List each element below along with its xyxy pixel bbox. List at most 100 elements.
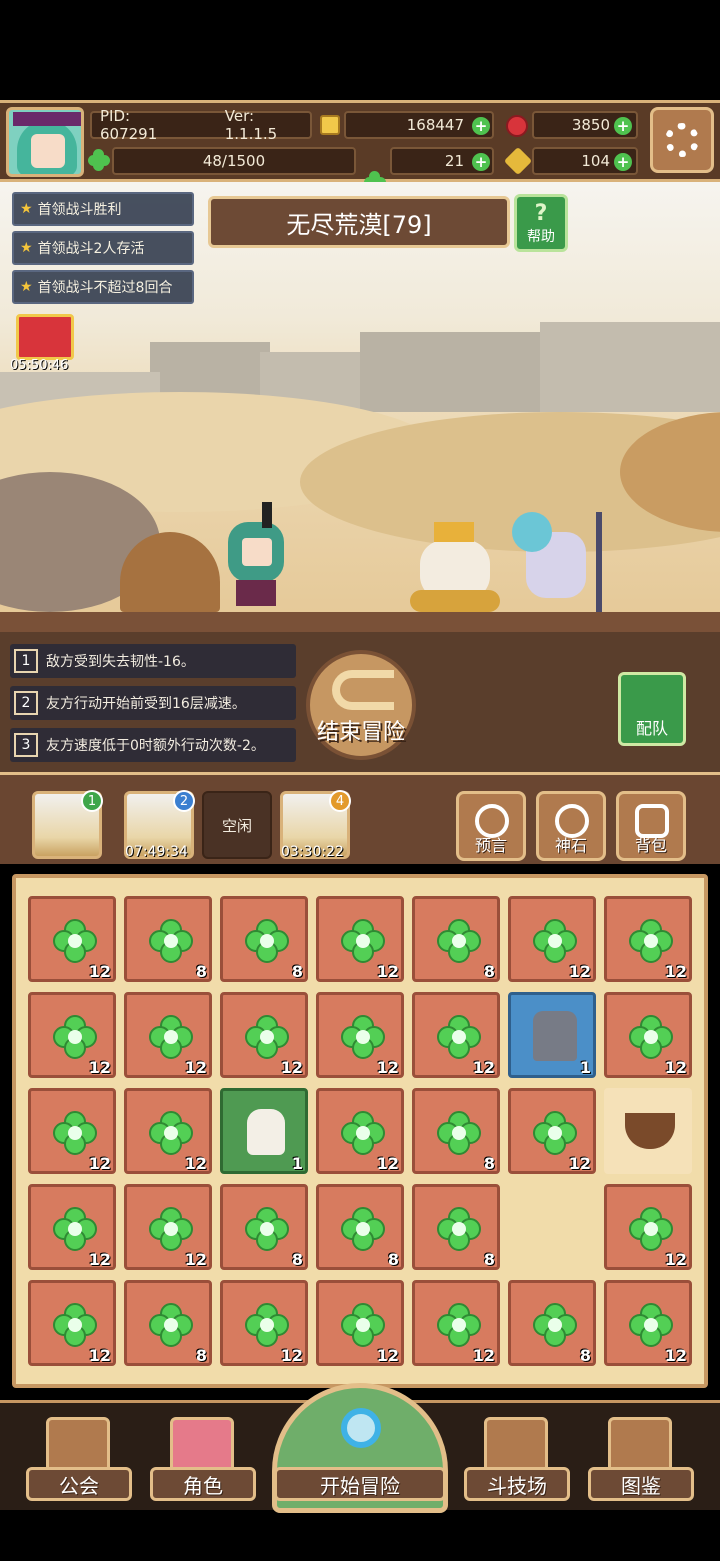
key-value: 104: [581, 152, 610, 170]
inventory-cell[interactable]: 12: [124, 992, 212, 1078]
nav-character[interactable]: 角色: [150, 1467, 256, 1501]
clover-icon: [53, 1207, 97, 1251]
add-ruby-button[interactable]: +: [614, 117, 632, 135]
inventory-cell[interactable]: 1: [508, 992, 596, 1078]
item-quantity: 12: [376, 1346, 399, 1365]
nav-arena[interactable]: 斗技场: [464, 1467, 570, 1501]
item-quantity: 12: [88, 1250, 111, 1269]
inventory-cell[interactable]: 12: [124, 1184, 212, 1270]
gold-value: 168447: [406, 116, 464, 134]
backpack-icon: [635, 804, 669, 838]
inventory-cell[interactable]: 8: [412, 896, 500, 982]
expedition-slot[interactable]: 4 03:30:22: [280, 790, 351, 860]
expedition-slot-empty[interactable]: 空闲: [202, 791, 272, 859]
gift-box-icon[interactable]: [16, 314, 74, 360]
crossed-swords-icon: [484, 1417, 548, 1473]
clover-icon: [245, 1303, 289, 1347]
exp-bar: 48/1500: [112, 147, 356, 175]
quest-item: ★ 首领战斗2人存活: [12, 231, 194, 265]
stage-title: 无尽荒漠[79]: [208, 196, 510, 248]
inventory-cell[interactable]: 8: [316, 1184, 404, 1270]
prophecy-button[interactable]: 预言: [456, 791, 526, 861]
cooking-pot-icon: [625, 1113, 675, 1149]
inventory-cell[interactable]: 8: [124, 896, 212, 982]
item-quantity: 12: [376, 962, 399, 981]
inventory-cell[interactable]: 12: [28, 1088, 116, 1174]
slot-timer: 07:49:34: [125, 844, 188, 860]
inventory-cell[interactable]: 12: [220, 1280, 308, 1366]
inventory-cell[interactable]: 12: [316, 1088, 404, 1174]
inventory-cell[interactable]: 12: [604, 1280, 692, 1366]
add-gold-button[interactable]: +: [472, 117, 490, 135]
inventory-cell[interactable]: 12: [220, 992, 308, 1078]
clover-icon: [437, 919, 481, 963]
item-quantity: 12: [664, 1250, 687, 1269]
inventory-cell[interactable]: 12: [316, 1280, 404, 1366]
item-quantity: 12: [184, 1154, 207, 1173]
expedition-slot[interactable]: 2 07:49:34: [124, 790, 195, 860]
inventory-cell-empty[interactable]: [508, 1184, 596, 1270]
gear-icon: [665, 123, 699, 157]
inventory-cell[interactable]: 12: [28, 1280, 116, 1366]
nav-codex[interactable]: 图鉴: [588, 1467, 694, 1501]
player-avatar[interactable]: [6, 107, 84, 177]
glove-icon: [247, 1109, 285, 1155]
team-button[interactable]: 配队: [618, 672, 686, 746]
settings-button[interactable]: [650, 107, 714, 173]
expedition-slot[interactable]: 1: [32, 790, 103, 859]
inventory-cell[interactable]: 8: [220, 896, 308, 982]
clover-icon: [53, 1015, 97, 1059]
quest-item: ★ 首领战斗胜利: [12, 192, 194, 226]
inventory-cell[interactable]: 8: [412, 1184, 500, 1270]
enemy-character: [512, 512, 612, 612]
key-icon: [503, 146, 533, 176]
nav-guild[interactable]: 公会: [26, 1467, 132, 1501]
end-adventure-button[interactable]: 结束冒险: [306, 650, 416, 760]
item-quantity: 12: [88, 1058, 111, 1077]
inventory-cell[interactable]: 8: [124, 1280, 212, 1366]
expedition-slots-bar: 1 2 07:49:34 空闲 4 03:30:22 预言 神石 背包: [0, 772, 720, 864]
clover-icon: [533, 919, 577, 963]
inventory-cell[interactable]: 8: [412, 1088, 500, 1174]
inventory-cell[interactable]: 8: [220, 1184, 308, 1270]
inventory-cell[interactable]: 12: [412, 992, 500, 1078]
inventory-cell[interactable]: 12: [604, 896, 692, 982]
inventory-cell[interactable]: 12: [28, 896, 116, 982]
inventory-cell[interactable]: 12: [316, 992, 404, 1078]
question-icon: ?: [534, 200, 548, 226]
god-stone-button[interactable]: 神石: [536, 791, 606, 861]
help-button[interactable]: ? 帮助: [514, 194, 568, 252]
inventory-cell[interactable]: 12: [508, 896, 596, 982]
item-quantity: 12: [88, 962, 111, 981]
inventory-cell[interactable]: 12: [28, 1184, 116, 1270]
backpack-button[interactable]: 背包: [616, 791, 686, 861]
battle-scene: ★ 首领战斗胜利 ★ 首领战斗2人存活 ★ 首领战斗不超过8回合 无尽荒漠[79] ?…: [0, 182, 720, 632]
gift-timer: 05:50:46: [10, 358, 69, 373]
magnifier-icon: [341, 1408, 381, 1448]
inventory-cell[interactable]: 12: [508, 1088, 596, 1174]
item-quantity: 8: [291, 1250, 303, 1269]
inventory-cell[interactable]: 12: [124, 1088, 212, 1174]
inventory-cell[interactable]: 8: [508, 1280, 596, 1366]
clover-icon: [629, 919, 673, 963]
inventory-cell[interactable]: 12: [412, 1280, 500, 1366]
item-quantity: 12: [376, 1154, 399, 1173]
inventory-cell[interactable]: 12: [316, 896, 404, 982]
ruby-value: 3850: [571, 116, 610, 134]
inventory-cell[interactable]: [604, 1088, 692, 1174]
clover-icon: [437, 1303, 481, 1347]
item-quantity: 8: [483, 962, 495, 981]
clover-icon: [533, 1111, 577, 1155]
item-quantity: 12: [88, 1154, 111, 1173]
inventory-cell[interactable]: 12: [28, 992, 116, 1078]
inventory-cell[interactable]: 1: [220, 1088, 308, 1174]
nav-start-adventure[interactable]: 开始冒险: [274, 1467, 446, 1501]
clover-icon: [341, 1015, 385, 1059]
add-clover-button[interactable]: +: [472, 153, 490, 171]
item-quantity: 12: [664, 1058, 687, 1077]
add-key-button[interactable]: +: [614, 153, 632, 171]
inventory-cell[interactable]: 12: [604, 992, 692, 1078]
inventory-cell[interactable]: 12: [604, 1184, 692, 1270]
item-quantity: 8: [291, 962, 303, 981]
clover-icon: [437, 1207, 481, 1251]
